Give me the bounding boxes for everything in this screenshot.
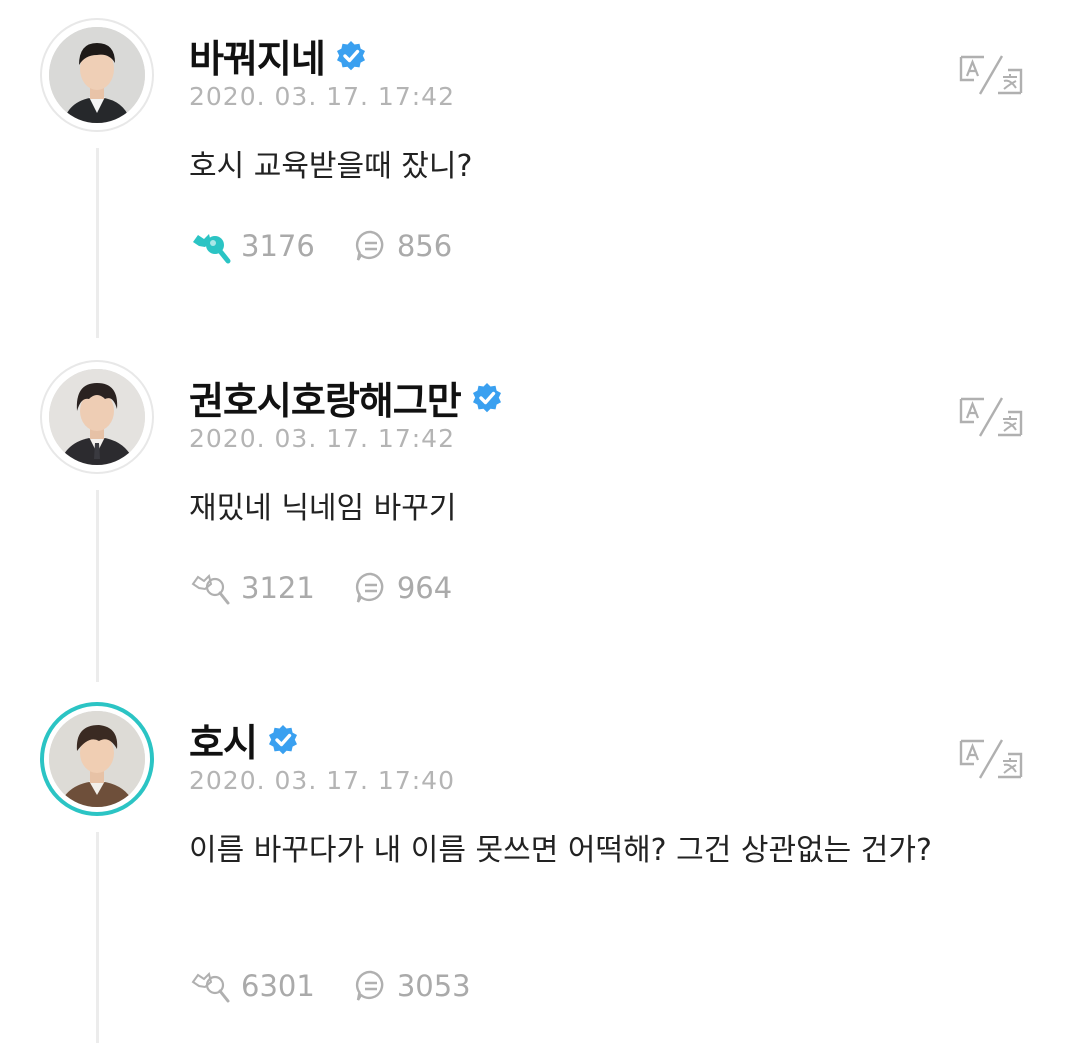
thread-line xyxy=(96,832,99,1043)
avatar[interactable] xyxy=(40,360,154,474)
post-2: 권호시호랑해그만 2020. 03. 17. 17:42 재밌네 닉네임 바꾸기… xyxy=(0,342,1072,682)
comment-button[interactable]: 964 xyxy=(353,570,452,606)
translate-icon[interactable] xyxy=(958,396,1024,438)
post-text: 이름 바꾸다가 내 이름 못쓰면 어떡해? 그건 상관없는 건가? xyxy=(189,833,932,868)
like-button[interactable]: 3176 xyxy=(189,228,315,264)
like-count: 3121 xyxy=(241,571,315,605)
post-date: 2020. 03. 17. 17:42 xyxy=(189,424,455,453)
avatar[interactable] xyxy=(40,18,154,132)
author-name[interactable]: 권호시호랑해그만 xyxy=(189,370,462,425)
like-count: 6301 xyxy=(241,969,315,1003)
light-stick-icon xyxy=(193,234,231,264)
thread-line xyxy=(96,148,99,338)
comment-count: 964 xyxy=(396,571,453,605)
like-button[interactable]: 3121 xyxy=(189,570,315,606)
author-name[interactable]: 바꿔지네 xyxy=(189,28,326,83)
comment-count: 3053 xyxy=(396,969,471,1003)
post-text: 재밌네 닉네임 바꾸기 xyxy=(189,491,457,526)
light-stick-icon xyxy=(191,574,230,605)
verified-badge-icon xyxy=(336,40,365,70)
post-text: 호시 교육받을때 잤니? xyxy=(189,149,473,184)
comment-icon xyxy=(355,230,384,261)
translate-icon[interactable] xyxy=(958,54,1024,96)
avatar-image xyxy=(49,27,145,123)
comment-count: 856 xyxy=(396,229,453,263)
post-1: 바꿔지네 2020. 03. 17. 17:42 호시 교육받을때 잤니? 31… xyxy=(0,0,1072,340)
thread-line xyxy=(96,490,99,682)
like-count: 3176 xyxy=(241,229,315,263)
light-stick-icon xyxy=(191,972,230,1003)
comment-button[interactable]: 3053 xyxy=(353,968,471,1004)
like-button[interactable]: 6301 xyxy=(189,968,315,1004)
comment-icon xyxy=(355,970,384,1001)
avatar-image xyxy=(49,711,145,807)
avatar[interactable] xyxy=(40,702,154,816)
avatar-image xyxy=(49,369,145,465)
author-name[interactable]: 호시 xyxy=(189,712,258,767)
verified-badge-icon xyxy=(472,382,501,412)
comment-icon xyxy=(355,572,384,603)
verified-badge-icon xyxy=(268,724,297,754)
comment-button[interactable]: 856 xyxy=(353,228,452,264)
post-date: 2020. 03. 17. 17:42 xyxy=(189,82,455,111)
post-3: 호시 2020. 03. 17. 17:40 이름 바꾸다가 내 이름 못쓰면 … xyxy=(0,684,1072,1043)
translate-icon[interactable] xyxy=(958,738,1024,780)
post-date: 2020. 03. 17. 17:40 xyxy=(189,766,455,795)
